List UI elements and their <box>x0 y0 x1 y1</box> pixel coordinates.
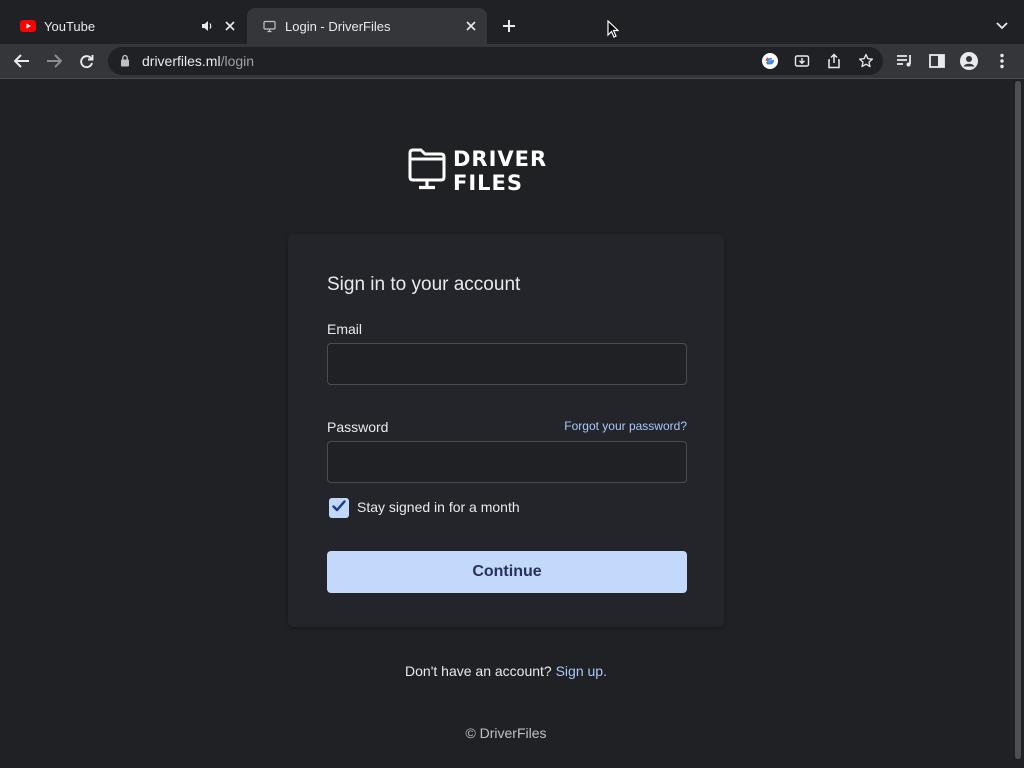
forgot-password-link[interactable]: Forgot your password? <box>564 419 687 433</box>
address-bar[interactable]: driverfiles.ml/login <box>108 47 883 75</box>
page-content: DRIVER FILES Sign in to your account Ema… <box>0 79 1012 768</box>
back-icon[interactable] <box>9 48 35 74</box>
folder-monitor-icon <box>407 148 447 195</box>
install-app-icon[interactable] <box>792 51 812 71</box>
password-label: Password <box>327 419 389 435</box>
email-label: Email <box>327 321 363 337</box>
speaker-icon[interactable] <box>198 17 216 35</box>
tab-strip: YouTube Login - DriverFiles <box>0 0 1024 44</box>
close-tab-icon[interactable] <box>220 16 240 36</box>
new-tab-icon[interactable] <box>497 14 521 38</box>
side-panel-icon[interactable] <box>926 50 948 72</box>
signup-link[interactable]: Sign up. <box>556 663 607 679</box>
signup-prompt: Don't have an account? Sign up. <box>0 663 1012 679</box>
monitor-icon <box>261 18 277 34</box>
page-title: Sign in to your account <box>327 274 521 295</box>
reload-icon[interactable] <box>73 48 99 74</box>
url-text: driverfiles.ml/login <box>142 53 254 69</box>
lock-icon[interactable] <box>120 54 130 72</box>
brand-wordmark: DRIVER FILES <box>453 147 548 195</box>
tab-login[interactable]: Login - DriverFiles <box>247 8 487 44</box>
scrollbar-thumb[interactable] <box>1015 81 1021 759</box>
chevron-down-icon[interactable] <box>990 14 1014 38</box>
signup-text: Don't have an account? <box>405 663 552 679</box>
youtube-icon <box>20 18 36 34</box>
checkmark-icon <box>332 499 346 517</box>
more-menu-icon[interactable] <box>991 50 1013 72</box>
reading-list-icon[interactable] <box>894 50 916 72</box>
forward-icon[interactable] <box>41 48 67 74</box>
scrollbar[interactable] <box>1012 79 1024 768</box>
tab-title: Login - DriverFiles <box>285 18 391 34</box>
brand-logo[interactable]: DRIVER FILES <box>407 147 612 195</box>
email-field[interactable] <box>327 343 687 385</box>
star-icon[interactable] <box>856 51 876 71</box>
stay-signed-in-checkbox[interactable] <box>329 498 349 518</box>
password-field[interactable] <box>327 441 687 483</box>
stay-signed-in-label[interactable]: Stay signed in for a month <box>357 499 520 515</box>
browser-toolbar: driverfiles.ml/login <box>0 44 1024 78</box>
url-path: /login <box>220 53 255 69</box>
continue-button[interactable]: Continue <box>327 551 687 593</box>
tab-youtube[interactable]: YouTube <box>8 8 246 44</box>
close-tab-icon[interactable] <box>461 16 481 36</box>
footer-copyright: © DriverFiles <box>465 725 547 741</box>
google-lens-icon[interactable] <box>760 51 780 71</box>
mouse-cursor-icon <box>607 19 620 43</box>
share-icon[interactable] <box>824 51 844 71</box>
tab-title: YouTube <box>44 18 96 34</box>
url-host: driverfiles.ml <box>142 53 221 69</box>
profile-icon[interactable] <box>958 50 980 72</box>
login-card: Sign in to your account Email Password F… <box>288 234 724 627</box>
